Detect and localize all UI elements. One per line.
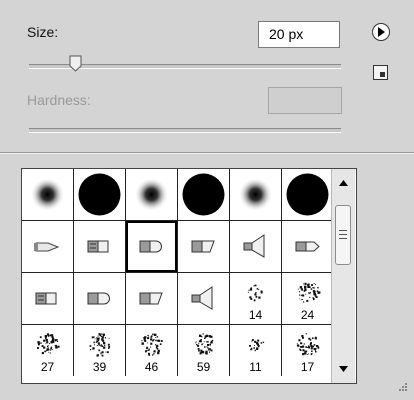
brush-tip-icon	[35, 292, 57, 305]
brush-grid: 14 24 27 39 46 59 11 17	[22, 169, 333, 376]
resize-grip-icon[interactable]	[396, 382, 408, 394]
brush-preset-item[interactable]	[74, 273, 125, 324]
brush-tip-icon	[78, 173, 121, 216]
brush-preset-item[interactable]	[230, 169, 281, 220]
brush-preset-item[interactable]: 27	[22, 325, 73, 376]
brush-tip-icon	[87, 292, 110, 305]
brush-size-label: 39	[92, 360, 107, 374]
brush-preset-picker-panel: Size: 20 px Hardness: 14 24 27 39 46 59 11 17	[0, 0, 414, 400]
brush-tip-icon	[139, 240, 162, 253]
brush-size-label: 59	[196, 360, 211, 374]
grip-line	[339, 234, 347, 235]
size-input[interactable]: 20 px	[258, 21, 340, 48]
scrollbar[interactable]	[331, 169, 355, 383]
brush-tip-icon	[182, 173, 225, 216]
brush-preset-list: 14 24 27 39 46 59 11 17	[21, 168, 357, 384]
brush-preset-item[interactable]	[126, 169, 177, 220]
hardness-label: Hardness:	[27, 92, 91, 108]
brush-preset-item[interactable]	[282, 169, 333, 220]
hardness-slider-track	[29, 128, 341, 133]
brush-preset-item[interactable]	[178, 273, 229, 324]
play-arrow-icon	[378, 27, 385, 37]
brush-preset-item[interactable]	[178, 221, 229, 272]
brush-tip-icon	[134, 177, 169, 212]
brush-preset-item[interactable]: 24	[282, 273, 333, 324]
brush-preset-item[interactable]: 46	[126, 325, 177, 376]
divider	[0, 152, 414, 154]
grip-line	[339, 230, 347, 231]
size-label: Size:	[27, 24, 59, 40]
brush-tip-icon	[286, 173, 329, 216]
grip-line	[339, 238, 347, 239]
brush-tip-icon	[191, 286, 213, 310]
brush-tip-icon	[87, 240, 109, 253]
brush-preset-item[interactable]: 17	[282, 325, 333, 376]
brush-size-label: 17	[300, 360, 315, 374]
brush-tip-icon	[139, 292, 163, 305]
brush-size-label: 24	[300, 308, 315, 322]
brush-preset-item[interactable]	[126, 221, 177, 272]
brush-preset-item[interactable]	[74, 169, 125, 220]
brush-tip-icon	[243, 234, 265, 258]
flyout-menu-button[interactable]	[372, 23, 390, 41]
brush-preset-item[interactable]	[230, 221, 281, 272]
brush-tip-icon	[238, 177, 273, 212]
scrollbar-thumb[interactable]	[335, 205, 351, 265]
brush-tip-icon	[34, 242, 60, 252]
brush-size-label: 27	[40, 360, 55, 374]
scroll-up-arrow-icon[interactable]	[332, 171, 355, 195]
brush-preset-item[interactable]	[126, 273, 177, 324]
brush-size-label: 14	[248, 308, 263, 322]
brush-preset-item[interactable]	[22, 221, 73, 272]
brush-preset-item[interactable]	[74, 221, 125, 272]
brush-preset-item[interactable]	[178, 169, 229, 220]
brush-preset-item[interactable]: 59	[178, 325, 229, 376]
brush-size-label: 11	[249, 360, 262, 374]
size-slider-thumb[interactable]	[69, 55, 82, 72]
hardness-input	[268, 87, 342, 114]
scroll-down-arrow-icon[interactable]	[332, 357, 355, 381]
brush-preset-item[interactable]	[22, 273, 73, 324]
brush-preset-item[interactable]: 11	[230, 325, 281, 376]
brush-preset-item[interactable]	[22, 169, 73, 220]
brush-tip-icon	[295, 241, 320, 252]
brush-preset-item[interactable]: 14	[230, 273, 281, 324]
new-preset-icon[interactable]	[373, 65, 388, 80]
brush-preset-item[interactable]	[282, 221, 333, 272]
brush-tip-icon	[30, 177, 65, 212]
brush-preset-item[interactable]: 39	[74, 325, 125, 376]
brush-size-label: 46	[144, 360, 159, 374]
brush-tip-icon	[191, 240, 215, 253]
